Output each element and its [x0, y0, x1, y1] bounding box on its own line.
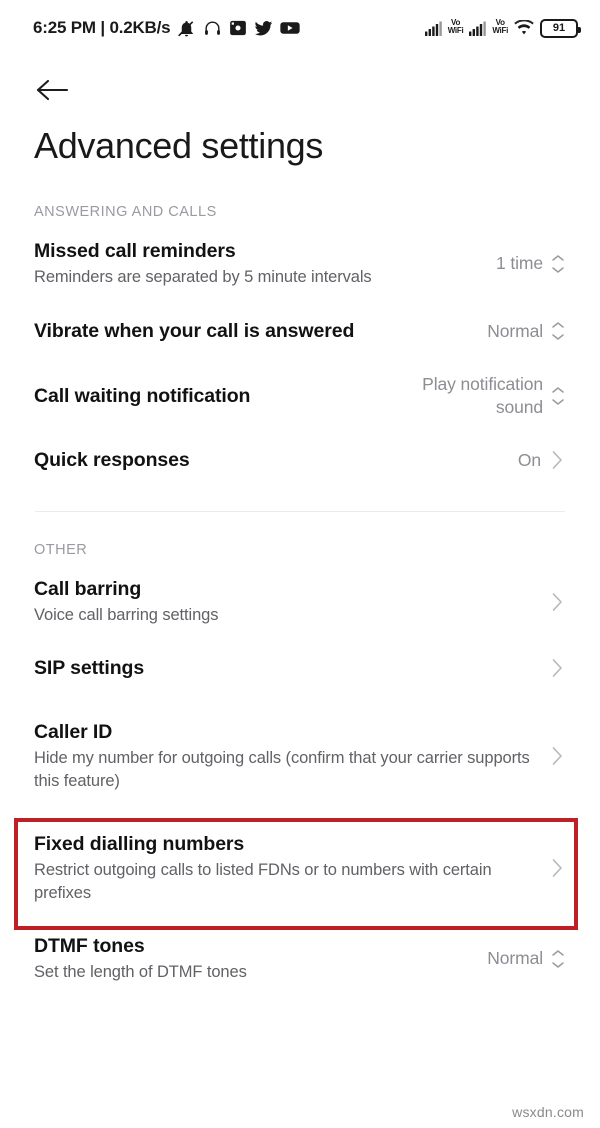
row-title: Quick responses [34, 449, 190, 471]
row-value: Play notification sound [422, 374, 543, 417]
row-call-barring[interactable]: Call barring Voice call barring settings [0, 562, 600, 641]
row-title: Fixed dialling numbers [34, 833, 245, 855]
row-subtitle: Hide my number for outgoing calls (confi… [34, 749, 530, 790]
row-control[interactable]: Normal [487, 317, 566, 345]
arrow-left-icon [35, 77, 69, 108]
page-title: Advanced settings [34, 125, 324, 166]
settings-list: ANSWERING AND CALLS Missed call reminder… [0, 196, 600, 998]
row-text: Call waiting notification [34, 383, 391, 409]
chevron-right-icon[interactable] [548, 451, 566, 469]
stepper-updown-icon[interactable] [550, 250, 566, 278]
row-text: Call barring Voice call barring settings [34, 576, 536, 627]
row-caller-id[interactable]: Caller ID Hide my number for outgoing ca… [0, 705, 600, 807]
screenshot-icon [229, 19, 247, 37]
row-control[interactable] [548, 592, 566, 611]
wifi-icon [514, 20, 534, 36]
row-subtitle: Restrict outgoing calls to listed FDNs o… [34, 861, 492, 902]
vowifi-wifi-text-2: WiFi [492, 26, 508, 35]
chevron-right-icon[interactable] [548, 659, 566, 677]
section-divider [35, 511, 565, 512]
row-value: Normal [487, 320, 543, 341]
watermark: wsxdn.com [512, 1104, 584, 1120]
row-title: Call barring [34, 578, 142, 600]
stepper-updown-icon[interactable] [550, 382, 566, 410]
status-bar-left: 6:25 PM | 0.2KB/s [33, 18, 301, 38]
row-missed-call-reminders[interactable]: Missed call reminders Reminders are sepa… [0, 224, 600, 303]
row-title: Caller ID [34, 721, 113, 743]
row-text: Missed call reminders Reminders are sepa… [34, 238, 484, 289]
row-subtitle: Set the length of DTMF tones [34, 963, 247, 981]
row-control[interactable] [548, 859, 566, 877]
bell-muted-icon [177, 19, 196, 38]
row-title: Vibrate when your call is answered [34, 320, 355, 342]
youtube-icon [280, 20, 301, 36]
chevron-right-icon[interactable] [548, 859, 566, 877]
row-title: SIP settings [34, 657, 145, 679]
row-fixed-dialling-numbers[interactable]: Fixed dialling numbers Restrict outgoing… [0, 817, 600, 919]
battery-percent: 91 [552, 21, 566, 34]
twitter-icon [254, 19, 273, 38]
vowifi-wifi-text-1: WiFi [447, 26, 464, 35]
row-value: Normal [487, 948, 543, 968]
stepper-updown-icon[interactable] [550, 317, 566, 345]
back-button[interactable] [26, 66, 78, 118]
row-sip-settings[interactable]: SIP settings [0, 641, 600, 695]
row-text: Caller ID Hide my number for outgoing ca… [34, 719, 536, 793]
row-control[interactable] [548, 747, 566, 765]
row-dtmf-tones[interactable]: DTMF tones Set the length of DTMF tones … [0, 919, 600, 998]
headphones-icon [203, 19, 222, 38]
status-clock: 6:25 PM | 0.2KB/s [33, 18, 171, 37]
row-text: Quick responses [34, 447, 506, 473]
row-control[interactable]: On [518, 449, 566, 472]
row-control[interactable]: Normal [487, 945, 566, 973]
row-title: Missed call reminders [34, 240, 236, 262]
status-bar-right: Vo WiFi Vo WiFi 91 [424, 18, 581, 38]
status-bar: 6:25 PM | 0.2KB/s Vo WiFi Vo WiFi 91 [0, 0, 600, 56]
row-control[interactable] [548, 659, 566, 677]
row-text: DTMF tones Set the length of DTMF tones [34, 933, 475, 984]
signal-bars-sim2-icon [469, 21, 487, 36]
row-quick-responses[interactable]: Quick responses On [0, 433, 600, 487]
row-vibrate-when-call-answered[interactable]: Vibrate when your call is answered Norma… [0, 303, 600, 359]
section-header-answering-and-calls: ANSWERING AND CALLS [34, 204, 217, 220]
row-title: Call waiting notification [34, 385, 251, 407]
section-header-other: OTHER [34, 542, 88, 558]
row-title: DTMF tones [34, 935, 145, 957]
row-text: Vibrate when your call is answered [34, 318, 475, 344]
vowifi-label-sim1: Vo WiFi [447, 19, 464, 36]
row-control[interactable]: 1 time [496, 250, 566, 278]
row-call-waiting-notification[interactable]: Call waiting notification Play notificat… [0, 359, 600, 433]
row-text: SIP settings [34, 655, 536, 681]
vowifi-label-sim2: Vo WiFi [492, 19, 508, 36]
row-control[interactable]: Play notification sound [403, 373, 566, 419]
row-subtitle: Voice call barring settings [34, 606, 219, 624]
row-subtitle: Reminders are separated by 5 minute inte… [34, 268, 372, 286]
signal-bars-sim1-icon [424, 21, 442, 36]
row-text: Fixed dialling numbers Restrict outgoing… [34, 831, 536, 905]
battery-indicator: 91 [540, 18, 581, 38]
chevron-right-icon[interactable] [548, 592, 566, 611]
stepper-updown-icon[interactable] [550, 945, 566, 973]
chevron-right-icon[interactable] [548, 747, 566, 765]
row-value: On [517, 449, 541, 470]
row-value: 1 time [495, 253, 543, 273]
